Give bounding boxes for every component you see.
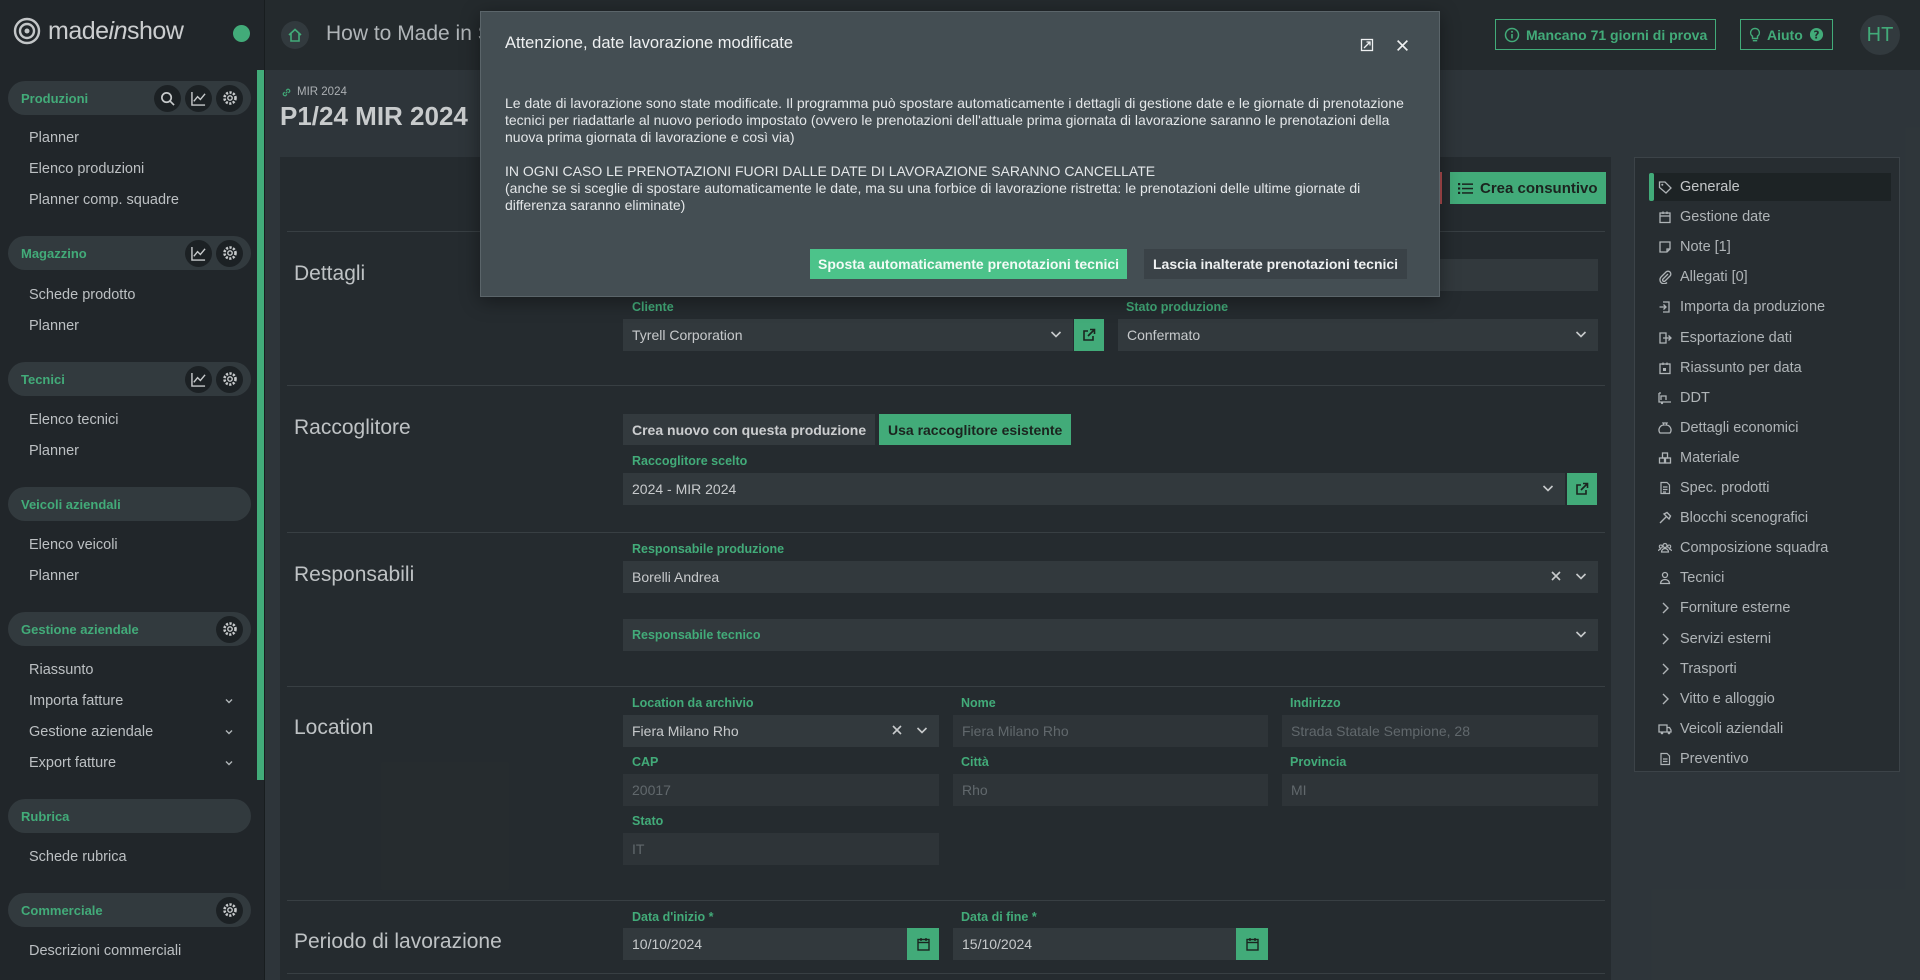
maximize-icon[interactable] — [1358, 36, 1376, 54]
dialog-body: Le date di lavorazione sono state modifi… — [505, 95, 1415, 214]
dialog-warning: IN OGNI CASO LE PRENOTAZIONI FUORI DALLE… — [505, 163, 1156, 179]
dialog-note: (anche se si sceglie di spostare automat… — [505, 180, 1361, 213]
dialog-title: Attenzione, date lavorazione modificate — [505, 34, 794, 52]
dates-modified-dialog: Attenzione, date lavorazione modificate … — [480, 11, 1440, 297]
close-icon[interactable] — [1393, 36, 1411, 54]
move-bookings-button[interactable]: Sposta automaticamente prenotazioni tecn… — [810, 249, 1128, 279]
keep-bookings-button[interactable]: Lascia inalterate prenotazioni tecnici — [1144, 249, 1408, 279]
dialog-paragraph: Le date di lavorazione sono state modifi… — [505, 95, 1404, 145]
